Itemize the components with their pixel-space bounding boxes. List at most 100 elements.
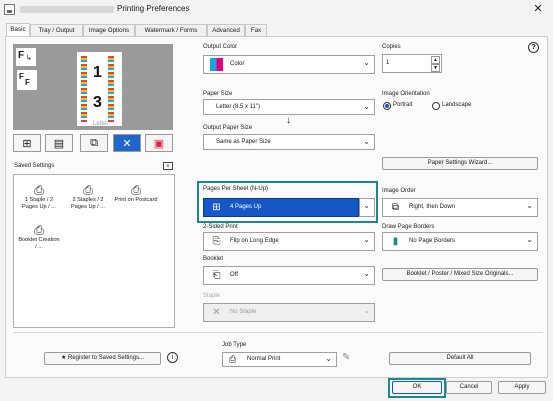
page-borders-select[interactable]: ▮ No Page Borders ⌄	[382, 232, 538, 251]
list-item-label: Booklet Creation / ...	[18, 237, 60, 250]
preview-page-1: 1	[93, 64, 102, 81]
landscape-radio[interactable]	[432, 102, 440, 110]
info-icon[interactable]: i	[167, 352, 178, 363]
duplex-view-button[interactable]: ⧉	[80, 134, 108, 152]
preview-paper-label: Letter	[93, 121, 109, 127]
color-view-button[interactable]: ▣	[145, 134, 173, 152]
color-stripes	[108, 56, 114, 122]
booklet-icon: ⎗	[212, 270, 221, 281]
booklet-select[interactable]: ⎗ Off ⌄	[203, 266, 375, 285]
page-borders-label: Draw Page Borders	[382, 224, 435, 230]
color-stripes	[81, 56, 87, 122]
two-sided-value: Flip on Long Edge	[230, 238, 279, 244]
staple-icon: ⎙	[34, 183, 44, 197]
postcard-icon: ⎙	[131, 183, 141, 197]
four-up-icon: ⊞	[212, 202, 221, 213]
page-border-icon: ▮	[392, 236, 399, 247]
grid-icon: ⊞	[22, 137, 32, 150]
booklet-poster-button[interactable]: Booklet / Poster / Mixed Size Originals.…	[382, 268, 538, 281]
duplex-icon: ⎘	[212, 236, 221, 247]
two-sided-label: 2-Sided Print	[203, 224, 238, 230]
copies-stepper[interactable]: 1 ▲ ▼	[382, 54, 442, 73]
help-icon[interactable]: ?	[528, 42, 539, 53]
list-item[interactable]: ⎙ Print on Postcard	[114, 183, 158, 204]
image-orientation-label: Image Orientation	[382, 91, 430, 97]
paper-settings-wizard-button[interactable]: Paper Settings Wizard...	[382, 157, 538, 170]
chevron-down-icon: ⌄	[363, 58, 370, 67]
booklet-value: Off	[230, 272, 238, 278]
print-icon: ⎙	[229, 354, 237, 364]
layout-view-button[interactable]: ⊞	[13, 134, 41, 152]
chevron-down-icon: ⌄	[526, 235, 533, 244]
image-order-icon: ⧉	[391, 202, 400, 213]
job-type-select[interactable]: ⎙ Normal Print ⌄	[222, 352, 337, 367]
window-title: Printing Preferences	[117, 4, 190, 13]
preview-paper: 1 3	[77, 52, 122, 126]
title-bar: Printing Preferences ✕	[0, 0, 553, 19]
pages-per-sheet-select[interactable]: ⊞ 4 Pages Up	[203, 198, 359, 217]
close-icon[interactable]: ✕	[529, 2, 547, 16]
pages-per-sheet-label: Pages Per Sheet (N-Up)	[203, 186, 269, 192]
copies-label: Copies	[382, 44, 401, 50]
output-color-value: Color	[230, 61, 245, 67]
collate-icon: F F	[17, 70, 37, 90]
image-order-value: Right, then Down	[409, 204, 456, 210]
arrow-down-icon: ↓	[286, 115, 291, 126]
cancel-button[interactable]: Cancel	[446, 381, 492, 394]
staple-icon: ⎙	[83, 183, 93, 197]
paper-view-button[interactable]: ▤	[45, 134, 73, 152]
staple-label: Staple	[203, 293, 221, 299]
chevron-down-icon: ⌄	[526, 201, 533, 210]
image-order-label: Image Order	[382, 188, 416, 194]
output-paper-size-label: Output Paper Size	[203, 125, 253, 131]
increment-icon[interactable]: ▲	[431, 56, 440, 64]
preview-page-3: 3	[93, 94, 102, 111]
job-type-value: Normal Print	[247, 356, 281, 362]
register-label: Register to Saved Settings...	[68, 355, 145, 361]
edit-icon[interactable]: ✎	[342, 352, 350, 363]
staple-select: ✕ No Staple ⌄	[203, 303, 375, 322]
paper-size-value: Letter (8.5 x 11")	[216, 104, 261, 110]
portrait-label: Portrait	[393, 102, 413, 108]
list-item[interactable]: ⎙ Booklet Creation / ...	[17, 223, 61, 251]
chevron-down-icon: ⌄	[363, 201, 370, 210]
finishing-view-button[interactable]: ✕	[113, 134, 141, 152]
saved-settings-label: Saved Settings	[14, 163, 55, 169]
decrement-icon[interactable]: ▼	[431, 64, 440, 72]
color-icon	[210, 58, 223, 71]
default-all-button[interactable]: Default All	[389, 352, 531, 365]
tools-icon: ✕	[122, 137, 132, 150]
pages-per-sheet-dropdown[interactable]: ⌄	[359, 198, 375, 217]
color-squares-icon: ▣	[153, 137, 165, 150]
output-paper-size-select[interactable]: Same as Paper Size ⌄	[203, 134, 375, 150]
paper-size-label: Paper Size	[203, 91, 233, 97]
star-icon: ★	[60, 355, 67, 361]
printer-app-icon	[4, 4, 15, 15]
chevron-down-icon: ⌄	[325, 354, 332, 363]
booklet-label: Booklet	[203, 256, 224, 262]
copies-icon: ⧉	[90, 136, 98, 149]
list-item-label: Print on Postcard	[114, 197, 158, 203]
list-item[interactable]: ⎙ 1 Staple / 2 Pages Up / ...	[17, 183, 61, 211]
apply-button[interactable]: Apply	[498, 381, 546, 394]
chevron-down-icon: ⌄	[363, 137, 370, 146]
output-paper-size-value: Same as Paper Size	[216, 139, 271, 145]
saved-settings-list[interactable]: ⎙ 1 Staple / 2 Pages Up / ... ⎙ 2 Staple…	[13, 174, 175, 328]
ok-button[interactable]: OK	[392, 381, 442, 394]
two-sided-select[interactable]: ⎘ Flip on Long Edge ⌄	[203, 232, 375, 251]
portrait-radio[interactable]	[383, 102, 391, 110]
job-type-label: Job Type	[222, 342, 247, 348]
staple-value: No Staple	[230, 309, 257, 315]
landscape-label: Landscape	[442, 102, 472, 108]
output-color-label: Output Color	[203, 44, 238, 50]
register-saved-settings-button[interactable]: ★ Register to Saved Settings...	[44, 352, 161, 365]
image-order-select[interactable]: ⧉ Right, then Down ⌄	[382, 198, 538, 217]
list-item-label: 1 Staple / 2 Pages Up / ...	[22, 197, 56, 210]
list-item[interactable]: ⎙ 2 Staples / 2 Pages Up / ...	[66, 183, 110, 211]
tab-basic[interactable]: Basic	[6, 23, 30, 37]
paper-size-select[interactable]: Letter (8.5 x 11") ⌄	[203, 99, 375, 115]
list-item-label: 2 Staples / 2 Pages Up / ...	[71, 197, 105, 210]
saved-settings-menu-icon[interactable]: ≡	[163, 162, 173, 170]
page-borders-value: No Page Borders	[409, 238, 456, 244]
output-color-select[interactable]: Color ⌄	[203, 55, 375, 74]
